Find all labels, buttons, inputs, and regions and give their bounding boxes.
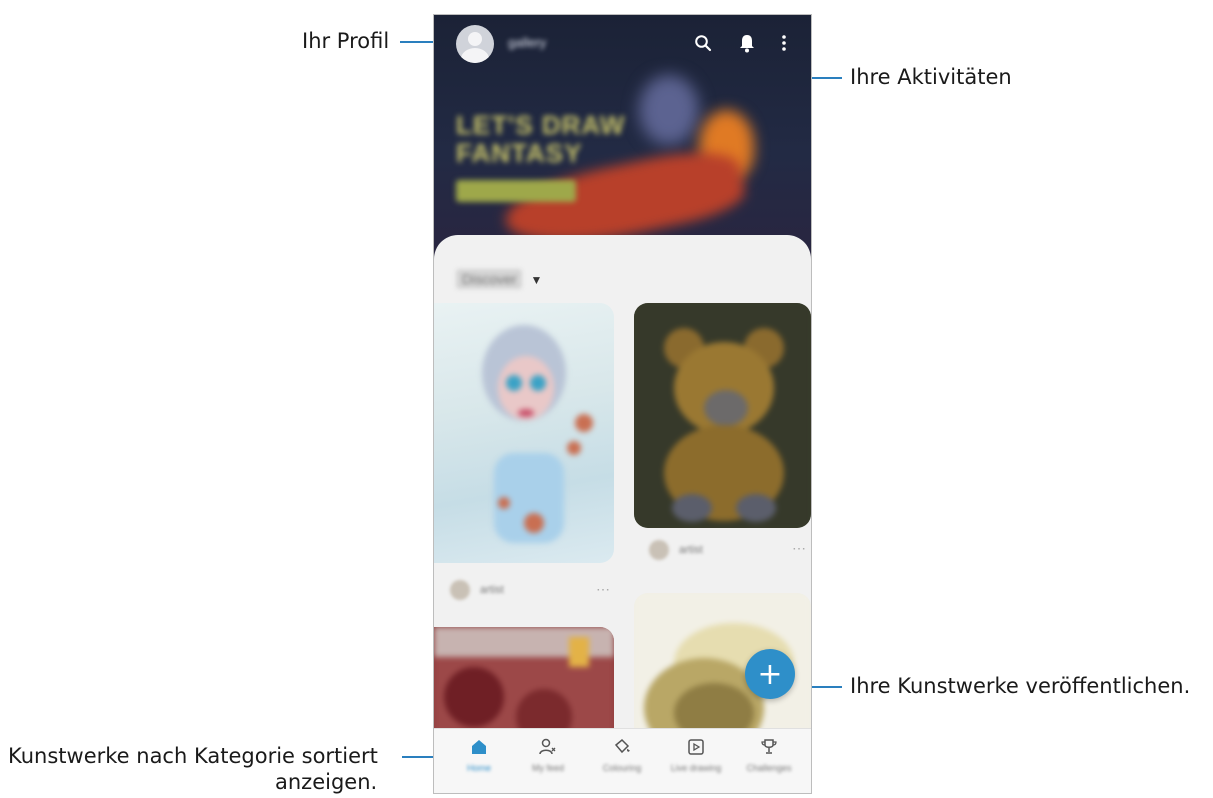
trophy-icon [759, 737, 779, 757]
artwork-meta: artist [649, 540, 703, 560]
callout-activities: Ihre Aktivitäten [850, 65, 1012, 89]
bell-icon[interactable] [735, 31, 759, 55]
plus-icon: + [757, 656, 783, 692]
artwork-card[interactable] [634, 303, 811, 528]
paint-bucket-icon [612, 737, 632, 757]
nav-label-home: Home [466, 763, 491, 773]
author-name: artist [679, 544, 703, 556]
more-options-icon[interactable]: ⋯ [596, 581, 610, 598]
hero-headline-line2: FANTASY [456, 138, 583, 168]
hero-action-button[interactable] [456, 180, 576, 202]
callout-publish: Ihre Kunstwerke veröffentlichen. [850, 674, 1191, 698]
nav-label-my-feed: My feed [531, 763, 564, 773]
nav-item-live-drawing[interactable]: Live drawing [659, 737, 733, 773]
nav-item-my-feed[interactable]: My feed [511, 737, 585, 773]
nav-label-challenges: Challenges [746, 763, 792, 773]
nav-item-home[interactable]: Home [442, 737, 516, 773]
artwork-card[interactable] [434, 303, 614, 563]
teddy-bear-artwork-image [634, 303, 811, 528]
red-flowers-artwork-image [434, 627, 614, 733]
author-avatar [450, 580, 470, 600]
hero-figure-art [639, 75, 699, 145]
search-icon[interactable] [691, 31, 715, 55]
profile-username[interactable]: gallery [508, 35, 546, 50]
home-icon [469, 737, 489, 757]
nav-label-live-drawing: Live drawing [670, 763, 722, 773]
avatar-head [468, 32, 482, 46]
author-name: artist [480, 584, 504, 596]
more-options-icon[interactable]: ⋯ [792, 540, 806, 557]
people-icon [538, 737, 558, 757]
artwork-card[interactable] [434, 627, 614, 733]
more-vert-icon[interactable] [772, 31, 796, 55]
play-icon [686, 737, 706, 757]
artwork-meta: artist [450, 580, 504, 600]
callout-profile: Ihr Profil [302, 29, 390, 53]
chevron-down-icon: ▼ [530, 273, 543, 287]
princess-artwork-image [482, 325, 593, 543]
phone-screen: LET'S DRAW FANTASY gallery Discover ▼ ar… [433, 14, 812, 794]
add-artwork-button[interactable]: + [745, 649, 795, 699]
nav-item-challenges[interactable]: Challenges [732, 737, 806, 773]
author-avatar [649, 540, 669, 560]
category-filter-label: Discover [456, 269, 523, 289]
bottom-navigation: Home My feed Colouring Live drawing Chal… [434, 728, 811, 793]
category-filter-dropdown[interactable]: Discover ▼ [456, 269, 543, 289]
callout-category-line1: Kunstwerke nach Kategorie sortiert [8, 744, 378, 768]
profile-avatar[interactable] [456, 25, 494, 63]
avatar-body [461, 48, 489, 63]
callout-category-line2: anzeigen. [275, 770, 378, 794]
hero-headline: LET'S DRAW FANTASY [456, 111, 625, 167]
nav-item-colouring[interactable]: Colouring [585, 737, 659, 773]
nav-label-colouring: Colouring [602, 763, 642, 773]
hero-headline-line1: LET'S DRAW [456, 110, 626, 140]
